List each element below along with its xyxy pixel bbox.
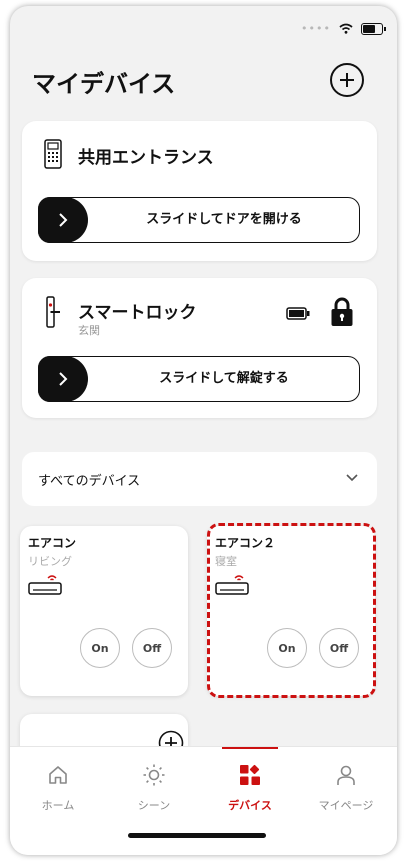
lock-icon (331, 297, 353, 326)
devices-icon (240, 764, 260, 785)
slider-label: スライドして解錠する (159, 371, 289, 386)
tab-home[interactable]: ホーム (10, 747, 106, 817)
intercom-icon (44, 139, 62, 169)
device-room: リビング (28, 555, 72, 568)
device-room: 寝室 (215, 555, 237, 568)
device-card-aircon-2[interactable]: エアコン２ 寝室 On Off (207, 526, 375, 696)
chevron-right-icon (59, 372, 68, 386)
aircon-on-button[interactable]: On (267, 628, 307, 668)
person-icon (337, 765, 355, 785)
air-conditioner-icon (215, 575, 249, 595)
slider-knob[interactable] (38, 356, 88, 402)
tab-mypage[interactable]: マイページ (298, 747, 394, 817)
active-tab-indicator (222, 747, 278, 749)
battery-icon (286, 307, 310, 320)
filter-label: すべてのデバイス (38, 474, 141, 489)
status-bar: •••• (301, 22, 386, 35)
door-handle-icon (46, 296, 60, 328)
aircon-off-button[interactable]: Off (132, 628, 172, 668)
slider-knob[interactable] (38, 197, 88, 243)
sun-icon (143, 764, 165, 786)
entrance-title: 共用エントランス (78, 148, 214, 168)
chevron-right-icon (59, 213, 68, 227)
lock-location: 玄関 (78, 324, 100, 337)
tab-label: ホーム (41, 799, 75, 812)
smart-lock-card: スマートロック 玄関 スライドして解錠する (22, 278, 377, 418)
tab-label: マイページ (318, 799, 374, 812)
slider-label: スライドしてドアを開ける (146, 212, 302, 227)
plus-icon (340, 73, 354, 87)
add-device-button[interactable] (330, 63, 364, 97)
tab-label: シーン (137, 799, 171, 812)
signal-icon: •••• (301, 22, 331, 35)
device-name: エアコン２ (215, 536, 276, 550)
page-title: マイデバイス (32, 70, 176, 98)
air-conditioner-icon (28, 575, 62, 595)
tab-devices[interactable]: デバイス (202, 747, 298, 817)
aircon-off-button[interactable]: Off (319, 628, 359, 668)
entrance-card: 共用エントランス スライドしてドアを開ける (22, 121, 377, 261)
tab-scenes[interactable]: シーン (106, 747, 202, 817)
open-door-slider[interactable]: スライドしてドアを開ける (38, 197, 360, 243)
chevron-down-icon (346, 474, 358, 482)
bottom-tab-bar: ホーム シーン デバイス マイページ (10, 746, 397, 855)
home-icon (49, 766, 67, 784)
phone-frame: •••• マイデバイス 共用エントランス スライドしてドアを開ける スマートロッ… (10, 6, 397, 855)
device-name: エアコン (28, 536, 77, 550)
wifi-icon (339, 23, 353, 34)
device-filter-dropdown[interactable]: すべてのデバイス (22, 452, 377, 506)
device-card-aircon-1[interactable]: エアコン リビング On Off (20, 526, 188, 696)
tab-label: デバイス (228, 799, 272, 812)
home-indicator (128, 833, 266, 838)
unlock-slider[interactable]: スライドして解錠する (38, 356, 360, 402)
lock-title: スマートロック (78, 303, 197, 323)
battery-status-icon (361, 22, 386, 35)
aircon-on-button[interactable]: On (80, 628, 120, 668)
